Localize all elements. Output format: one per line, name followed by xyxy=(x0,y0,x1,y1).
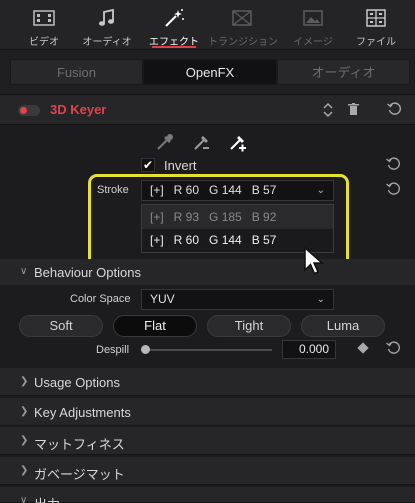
tab-transition-label: トランジション xyxy=(208,37,278,48)
despill-slider-knob[interactable] xyxy=(141,345,150,354)
invert-reset-icon[interactable] xyxy=(386,157,401,172)
chevron-down-icon: ⌄ xyxy=(316,294,325,305)
tab-video-label: ビデオ xyxy=(29,37,59,48)
despill-slider-track[interactable] xyxy=(146,349,272,351)
effect-header: 3D Keyer xyxy=(0,95,415,125)
section-matte-finesse[interactable]: ❯ マットフィネス xyxy=(0,427,415,455)
image-icon xyxy=(303,10,323,26)
despill-value-field[interactable]: 0.000 xyxy=(282,340,336,359)
chevron-right-icon: ❯ xyxy=(20,406,29,417)
tab-image-label: イメージ xyxy=(293,37,333,48)
tab-audio[interactable]: オーディオ xyxy=(73,0,141,50)
effect-title: 3D Keyer xyxy=(50,102,107,117)
magic-wand-icon xyxy=(165,9,184,27)
mode-flat-button[interactable]: Flat xyxy=(113,315,197,337)
segment-fusion[interactable]: Fusion xyxy=(10,59,143,85)
keyframe-icon[interactable] xyxy=(357,342,369,354)
transition-icon xyxy=(232,10,252,26)
tab-effects[interactable]: エフェクト xyxy=(140,0,208,50)
color-space-label: Color Space xyxy=(70,293,131,305)
mode-soft-button[interactable]: Soft xyxy=(19,315,103,337)
despill-reset-icon[interactable] xyxy=(386,341,401,356)
trash-icon[interactable] xyxy=(348,103,359,116)
checkmark-icon: ✔ xyxy=(142,158,154,172)
chevron-right-icon: ❯ xyxy=(20,435,29,446)
reset-effect-icon[interactable] xyxy=(387,102,402,117)
section-output[interactable]: ∨ 出力 xyxy=(0,487,415,503)
tab-transition: トランジション xyxy=(208,0,278,50)
invert-label: Invert xyxy=(164,158,197,173)
tab-file-label: ファイル xyxy=(356,37,396,48)
tab-audio-label: オーディオ xyxy=(82,37,132,48)
stroke-reset-icon[interactable] xyxy=(386,182,401,197)
section-key-adjustments[interactable]: ❯ Key Adjustments xyxy=(0,398,415,426)
section-garbage-matte[interactable]: ❯ ガベージマット xyxy=(0,457,415,485)
reorder-icon[interactable] xyxy=(323,103,333,117)
mouse-cursor-icon xyxy=(304,246,324,275)
tab-image: イメージ xyxy=(279,0,347,50)
section-title: Key Adjustments xyxy=(34,405,131,420)
color-space-dropdown[interactable]: YUV ⌄ xyxy=(141,289,334,310)
file-cabinet-icon xyxy=(366,9,386,27)
pick-add-icon[interactable] xyxy=(228,132,248,152)
section-usage-options[interactable]: ❯ Usage Options xyxy=(0,368,415,396)
section-title: ガベージマット xyxy=(34,467,125,482)
chevron-right-icon: ❯ xyxy=(20,465,29,476)
film-icon xyxy=(33,10,55,26)
toggle-dot xyxy=(20,107,27,114)
tab-file[interactable]: ファイル xyxy=(342,0,410,50)
section-title: マットフィネス xyxy=(34,437,125,452)
section-title: Usage Options xyxy=(34,375,120,390)
despill-label: Despill xyxy=(96,344,130,356)
inspector-tab-bar: ビデオ オーディオ エフェクト トランジション イメージ ファイル xyxy=(0,0,415,50)
effect-library-switcher: Fusion OpenFX オーディオ xyxy=(0,50,415,95)
invert-checkbox[interactable]: ✔ xyxy=(141,158,155,172)
mode-luma-button[interactable]: Luma xyxy=(301,315,385,337)
segment-openfx[interactable]: OpenFX xyxy=(143,59,277,85)
pick-color-icon[interactable] xyxy=(155,132,175,152)
segment-audio[interactable]: オーディオ xyxy=(277,59,410,85)
effect-enable-toggle[interactable] xyxy=(18,105,40,116)
section-behaviour-options[interactable]: ∨ Behaviour Options xyxy=(0,259,415,285)
mode-tight-button[interactable]: Tight xyxy=(207,315,291,337)
color-space-value: YUV xyxy=(150,292,175,306)
chevron-right-icon: ❯ xyxy=(20,376,29,387)
section-title: Behaviour Options xyxy=(34,265,141,280)
active-tab-underline xyxy=(152,46,196,48)
chevron-down-icon: ∨ xyxy=(20,495,28,503)
pick-subtract-icon[interactable] xyxy=(192,132,212,152)
music-note-icon xyxy=(99,8,114,26)
chevron-down-icon: ∨ xyxy=(20,266,28,277)
tab-video[interactable]: ビデオ xyxy=(10,0,78,50)
section-title: 出力 xyxy=(34,494,60,503)
